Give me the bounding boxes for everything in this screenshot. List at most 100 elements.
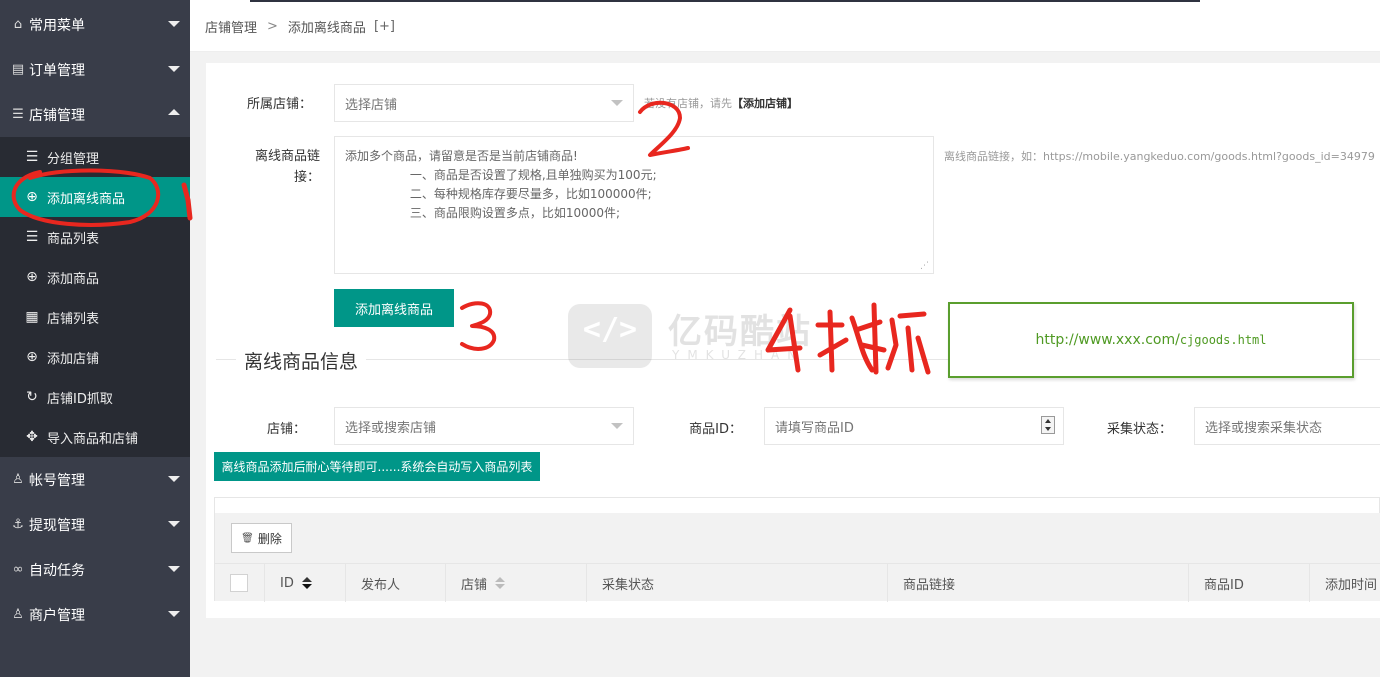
chevron-down-icon: [611, 423, 623, 429]
column-shop-label: 店铺: [461, 577, 488, 593]
column-goods-id: 商品ID: [1189, 564, 1310, 602]
menu-orders-label: 订单管理: [29, 62, 85, 79]
sidebar-item-add-goods[interactable]: ⊕ 添加商品: [0, 257, 190, 297]
header-checkbox-cell: [215, 564, 265, 602]
links-textarea[interactable]: 添加多个商品，请留意是否是当前店铺商品! 一、商品是否设置了规格,且单独购买为1…: [334, 136, 934, 274]
menu-accounts[interactable]: ♙ 帐号管理: [0, 457, 190, 502]
section-title: 离线商品信息: [236, 347, 367, 374]
sidebar-item-import[interactable]: ✥ 导入商品和店铺: [0, 417, 190, 457]
sidebar-item-label: 添加离线商品: [47, 191, 126, 207]
chevron-down-icon: [168, 521, 180, 527]
watermark-subtext: YMKUZHAN: [672, 348, 805, 362]
url-path: cjgoods.html: [1179, 333, 1267, 347]
user-icon: ♙: [12, 472, 24, 487]
breadcrumb: 店铺管理 > 添加离线商品 [+]: [190, 2, 1380, 52]
menu-withdraw-label: 提现管理: [29, 517, 85, 534]
shop-select-placeholder: 选择店铺: [345, 97, 398, 113]
column-added-time-label: 添加时间: [1325, 577, 1378, 593]
trash-icon: 🗑: [241, 532, 254, 544]
filter-shop-select[interactable]: 选择或搜索店铺: [334, 407, 634, 445]
move-icon: ✥: [26, 429, 38, 445]
column-id-label: ID: [280, 575, 294, 591]
sidebar-item-add-shop[interactable]: ⊕ 添加店铺: [0, 337, 190, 377]
breadcrumb-separator: >: [267, 19, 278, 34]
filter-status-label: 采集状态：: [1106, 422, 1172, 437]
number-spinner[interactable]: [1041, 416, 1055, 434]
menu-shops-label: 店铺管理: [29, 107, 85, 124]
chevron-down-icon: [168, 611, 180, 617]
add-offline-goods-button[interactable]: 添加离线商品: [334, 289, 454, 327]
table-header: ID 发布人 店铺 采集状态 商品链接 商品ID 添加时间: [215, 563, 1380, 602]
links-label-line2: 接：: [293, 170, 320, 185]
column-publisher-label: 发布人: [361, 577, 401, 593]
anchor-icon: ⚓: [12, 517, 24, 532]
watermark-glyph: </>: [582, 312, 638, 347]
user-icon: ♙: [12, 607, 24, 622]
goods-id-placeholder: 请填写商品ID: [775, 420, 854, 436]
sort-icon[interactable]: [301, 577, 312, 589]
sidebar-item-label: 分组管理: [47, 151, 100, 167]
add-circle-icon: ⊕: [26, 349, 38, 365]
watermark-text: 亿码酷站: [668, 312, 812, 352]
shop-hint-text: 若没有店铺，请先: [644, 97, 732, 110]
filter-status-select[interactable]: 选择或搜索采集状态: [1194, 407, 1380, 445]
breadcrumb-parent[interactable]: 店铺管理: [205, 17, 257, 36]
sidebar-item-shop-id-fetch[interactable]: ↻ 店铺ID抓取: [0, 377, 190, 417]
add-circle-icon: ⊕: [26, 189, 38, 205]
goods-id-input[interactable]: 请填写商品ID: [764, 407, 1064, 445]
delete-button[interactable]: 🗑 删除: [231, 523, 292, 553]
menu-common[interactable]: ⌂ 常用菜单: [0, 2, 190, 47]
column-id[interactable]: ID: [265, 564, 346, 602]
list-icon: ☰: [25, 149, 39, 165]
sidebar-item-goods-list[interactable]: ☰ 商品列表: [0, 217, 190, 257]
select-all-checkbox[interactable]: [230, 574, 248, 592]
refresh-icon: ↻: [26, 389, 38, 405]
menu-shops[interactable]: ☰ 店铺管理: [0, 92, 190, 137]
links-hint: 离线商品链接，如：https://mobile.yangkeduo.com/go…: [944, 150, 1375, 163]
list-icon: ☰: [25, 229, 39, 245]
sidebar-item-label: 商品列表: [47, 231, 100, 247]
sidebar-item-label: 店铺列表: [47, 311, 100, 327]
sidebar-item-label: 店铺ID抓取: [47, 391, 113, 407]
grid-icon: ▦: [25, 309, 39, 325]
sidebar-item-label: 添加店铺: [47, 351, 100, 367]
chevron-down-icon: [168, 566, 180, 572]
add-shop-link[interactable]: 【添加店铺】: [732, 97, 798, 110]
link-icon: ∞: [12, 562, 24, 577]
menu-orders[interactable]: ▤ 订单管理: [0, 47, 190, 92]
menu-withdraw[interactable]: ⚓ 提现管理: [0, 502, 190, 547]
shop-select[interactable]: 选择店铺: [334, 84, 634, 122]
links-label-line1: 离线商品链: [254, 149, 320, 164]
sidebar-item-shop-list[interactable]: ▦ 店铺列表: [0, 297, 190, 337]
column-link: 商品链接: [888, 564, 1189, 602]
menu-common-label: 常用菜单: [29, 17, 85, 34]
delete-label: 删除: [257, 531, 282, 546]
resize-grip-icon[interactable]: ⋰: [920, 261, 930, 271]
chevron-down-icon: [168, 66, 180, 72]
filter-shop-label: 店铺：: [266, 422, 306, 437]
url-prefix: http://www.xxx.com/: [1035, 332, 1180, 348]
filter-status-placeholder: 选择或搜索采集状态: [1205, 420, 1323, 436]
notice-button[interactable]: 离线商品添加后耐心等待即可......系统会自动写入商品列表: [214, 452, 540, 481]
home-icon: ⌂: [13, 17, 23, 32]
sidebar-item-group-manage[interactable]: ☰ 分组管理: [0, 137, 190, 177]
watermark-logo: </> 亿码酷站 YMKUZHAN: [568, 304, 828, 370]
column-goods-id-label: 商品ID: [1204, 577, 1244, 593]
expand-tab-button[interactable]: [+]: [374, 19, 395, 34]
sort-icon[interactable]: [495, 577, 506, 589]
breadcrumb-current: 添加离线商品: [287, 21, 366, 36]
column-shop[interactable]: 店铺: [446, 564, 587, 602]
links-label: 离线商品链 接：: [226, 146, 320, 188]
list-icon: ☰: [12, 107, 24, 122]
menu-tasks[interactable]: ∞ 自动任务: [0, 547, 190, 592]
menu-tasks-label: 自动任务: [29, 562, 85, 579]
shop-hint: 若没有店铺，请先【添加店铺】: [644, 95, 798, 111]
menu-merchants[interactable]: ♙ 商户管理: [0, 592, 190, 637]
sidebar-item-add-offline-goods[interactable]: ⊕ 添加离线商品: [0, 177, 190, 217]
sidebar: ⌂ 常用菜单 ▤ 订单管理 ☰ 店铺管理 ☰ 分组管理 ⊕ 添加离线商品 ☰ 商…: [0, 0, 190, 677]
filter-id-label: 商品ID：: [689, 422, 742, 437]
database-icon: ▤: [11, 62, 25, 77]
column-added-time: 添加时间: [1310, 564, 1380, 602]
sidebar-item-label: 导入商品和店铺: [47, 431, 139, 447]
chevron-down-icon: [611, 100, 623, 106]
